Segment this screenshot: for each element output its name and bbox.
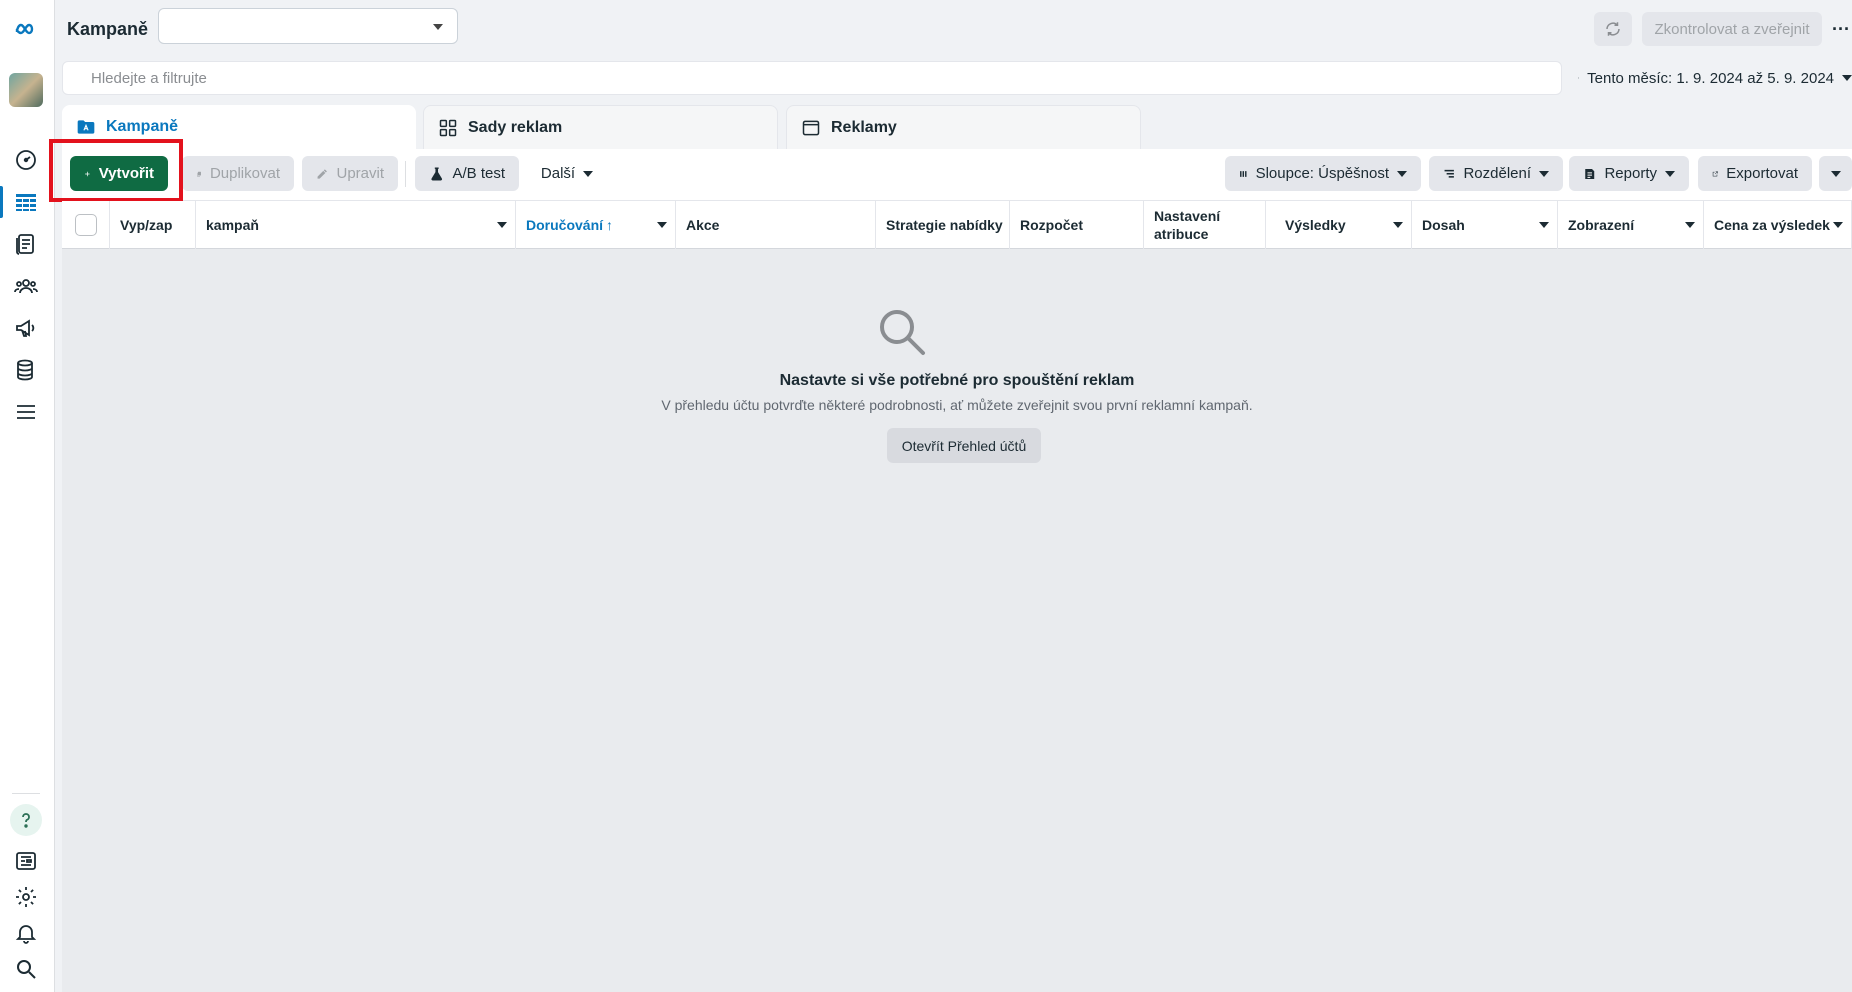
- create-button-label: Vytvořit: [98, 165, 154, 182]
- flask-icon: [431, 167, 443, 180]
- chevron-down-icon: [1842, 75, 1852, 81]
- column-header-results[interactable]: Výsledky: [1266, 201, 1412, 249]
- chevron-down-icon: [1833, 222, 1843, 228]
- tab-ads[interactable]: Reklamy: [786, 105, 1141, 149]
- column-header-reach[interactable]: Dosah: [1412, 201, 1558, 249]
- sort-ascending-icon: ↑: [606, 216, 614, 233]
- select-all-checkbox[interactable]: [75, 214, 97, 236]
- grid-icon: [439, 119, 457, 136]
- more-actions-dropdown[interactable]: Další: [527, 156, 607, 191]
- reports-label: Reporty: [1604, 165, 1657, 182]
- breakdown-label: Rozdělení: [1463, 165, 1531, 182]
- export-label: Exportovat: [1726, 165, 1798, 182]
- top-bar: Kampaně Zkontrolovat a zveřejnit ···: [55, 0, 1852, 54]
- duplicate-icon: [196, 171, 201, 176]
- megaphone-icon[interactable]: [10, 312, 42, 344]
- tab-campaigns[interactable]: Kampaně: [62, 105, 416, 149]
- empty-state-title: Nastavte si vše potřebné pro spouštění r…: [779, 372, 1135, 389]
- tab-label: Reklamy: [831, 118, 897, 136]
- audiences-people-icon[interactable]: [10, 270, 42, 302]
- column-header-delivery[interactable]: Doručování ↑: [516, 201, 676, 249]
- plus-icon: [85, 171, 90, 176]
- chevron-down-icon: [1397, 170, 1407, 177]
- pencil-icon: [317, 168, 327, 179]
- breakdown-icon: [1444, 169, 1454, 178]
- meta-logo-icon[interactable]: [10, 14, 42, 46]
- search-input[interactable]: [63, 62, 1561, 94]
- chevron-down-icon: [1830, 170, 1841, 177]
- magnifier-icon: [880, 310, 925, 355]
- export-options-dropdown[interactable]: [1819, 156, 1852, 191]
- chevron-down-icon: [1393, 222, 1403, 228]
- rail-divider: [12, 793, 40, 794]
- reports-icon: [1585, 168, 1595, 179]
- campaign-toolbar: Vytvořit Duplikovat Upravit A/B test Dal…: [62, 149, 1852, 201]
- column-header-budget[interactable]: Rozpočet: [1010, 201, 1144, 249]
- date-range-picker[interactable]: Tento měsíc: 1. 9. 2024 až 5. 9. 2024: [1568, 61, 1852, 95]
- columns-performance-dropdown[interactable]: Sloupce: Úspěšnost: [1225, 156, 1421, 191]
- search-icon[interactable]: [10, 953, 42, 985]
- chevron-down-icon: [433, 24, 443, 30]
- ad-frame-icon: [802, 120, 820, 135]
- notifications-bell-icon[interactable]: [10, 917, 42, 949]
- more-actions-label: Další: [540, 165, 576, 182]
- tab-label: Kampaně: [106, 118, 179, 135]
- table-header: Vyp/zap kampaň Doručování ↑ Akce Strateg…: [62, 201, 1852, 249]
- chevron-down-icon: [1539, 170, 1549, 177]
- news-icon[interactable]: [10, 845, 42, 877]
- column-header-actions[interactable]: Akce: [676, 201, 876, 249]
- edit-button-label: Upravit: [336, 165, 384, 182]
- column-header-bid-strategy[interactable]: Strategie nabídky: [876, 201, 1010, 249]
- open-account-overview-button[interactable]: Otevřít Přehled účtů: [887, 428, 1041, 463]
- more-options-button[interactable]: ···: [1832, 12, 1852, 46]
- refresh-icon: [1606, 22, 1620, 36]
- chevron-down-icon: [1665, 170, 1675, 177]
- chevron-down-icon: [1539, 222, 1549, 228]
- export-icon: [1712, 170, 1718, 176]
- ad-account-select[interactable]: [158, 8, 458, 44]
- empty-state-description: V přehledu účtu potvrďte některé podrobn…: [661, 397, 1253, 413]
- reports-dropdown[interactable]: Reporty: [1569, 156, 1689, 191]
- chevron-down-icon: [497, 222, 507, 228]
- edit-button[interactable]: Upravit: [302, 156, 398, 191]
- columns-label: Sloupce: Úspěšnost: [1255, 165, 1389, 182]
- dashboard-gauge-icon[interactable]: [10, 144, 42, 176]
- settings-gear-icon[interactable]: [10, 881, 42, 913]
- chevron-down-icon: [1685, 222, 1695, 228]
- help-icon[interactable]: [10, 804, 42, 836]
- review-publish-button[interactable]: Zkontrolovat a zveřejnit: [1642, 12, 1822, 46]
- create-button[interactable]: Vytvořit: [70, 156, 168, 191]
- export-button[interactable]: Exportovat: [1698, 156, 1812, 191]
- duplicate-button[interactable]: Duplikovat: [182, 156, 294, 191]
- date-range-label: Tento měsíc: 1. 9. 2024 až 5. 9. 2024: [1587, 69, 1834, 87]
- column-header-onoff[interactable]: Vyp/zap: [110, 201, 196, 249]
- calendar-icon: [1578, 77, 1580, 79]
- table-body-empty: [62, 249, 1852, 992]
- billing-database-icon[interactable]: [10, 354, 42, 386]
- left-navigation-rail: [0, 0, 55, 992]
- select-all-cell: [62, 201, 110, 249]
- folder-icon: [77, 120, 95, 134]
- refresh-button[interactable]: [1594, 12, 1632, 46]
- column-header-impressions[interactable]: Zobrazení: [1558, 201, 1704, 249]
- search-filter-bar[interactable]: [62, 61, 1562, 95]
- columns-icon: [1240, 170, 1247, 177]
- chevron-down-icon: [583, 170, 594, 177]
- account-avatar[interactable]: [9, 73, 43, 107]
- tab-label: Sady reklam: [468, 118, 563, 136]
- page-title: Kampaně: [67, 19, 149, 39]
- toolbar-divider: [405, 161, 406, 187]
- breakdown-dropdown[interactable]: Rozdělení: [1429, 156, 1563, 191]
- column-header-cost-per-result[interactable]: Cena za výsledek: [1704, 201, 1852, 249]
- tab-ad-sets[interactable]: Sady reklam: [423, 105, 778, 149]
- pages-icon[interactable]: [10, 228, 42, 260]
- duplicate-button-label: Duplikovat: [209, 165, 280, 182]
- ab-test-button[interactable]: A/B test: [415, 156, 519, 191]
- column-header-attribution[interactable]: Nastavení atribuce: [1144, 201, 1266, 249]
- menu-icon[interactable]: [10, 396, 42, 428]
- ab-test-button-label: A/B test: [452, 165, 505, 182]
- campaigns-table-icon[interactable]: [0, 186, 42, 218]
- chevron-down-icon: [657, 222, 667, 228]
- column-header-campaign[interactable]: kampaň: [196, 201, 516, 249]
